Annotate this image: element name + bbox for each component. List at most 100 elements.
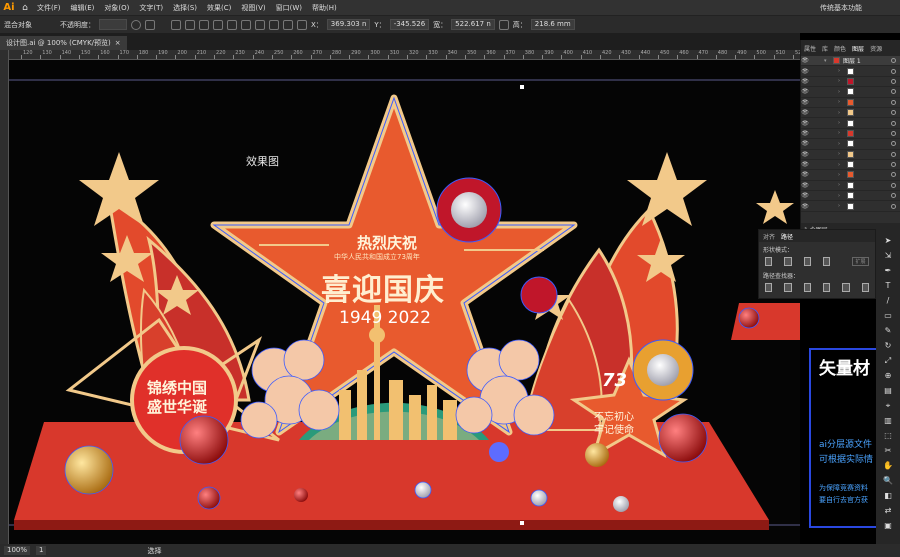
vertical-ruler[interactable]: [0, 50, 9, 544]
target-icon[interactable]: [891, 99, 896, 105]
chevron-right-icon[interactable]: ›: [838, 68, 844, 74]
target-icon[interactable]: [891, 162, 896, 168]
eye-icon[interactable]: 👁: [801, 203, 809, 210]
target-icon[interactable]: [891, 58, 896, 64]
target-icon[interactable]: [891, 78, 896, 84]
eye-icon[interactable]: 👁: [801, 151, 809, 158]
eye-icon[interactable]: 👁: [801, 88, 809, 95]
hand-tool-icon[interactable]: ✋: [882, 461, 894, 471]
fill-stroke-icon[interactable]: ◧: [882, 491, 894, 501]
tab-align[interactable]: 对齐: [763, 232, 775, 241]
distribute-icon[interactable]: [255, 19, 265, 30]
menu-object[interactable]: 对象(O): [99, 3, 134, 13]
sublayer-row[interactable]: 👁 ›: [801, 181, 900, 192]
layer-row-top[interactable]: 👁 ▾ 图层 1: [801, 56, 900, 67]
chevron-right-icon[interactable]: ›: [838, 78, 844, 84]
chevron-right-icon[interactable]: ›: [838, 99, 844, 105]
tab-assets[interactable]: 资源: [870, 44, 882, 53]
selection-tool-icon[interactable]: ➤: [882, 236, 894, 246]
sublayer-row[interactable]: 👁 ›: [801, 129, 900, 140]
eye-icon[interactable]: 👁: [801, 99, 809, 106]
eye-icon[interactable]: 👁: [801, 161, 809, 168]
expand-button[interactable]: 扩展: [852, 257, 869, 266]
minus-back-icon[interactable]: [861, 283, 869, 292]
align-bottom-icon[interactable]: [241, 19, 251, 30]
selection-handle-bottom[interactable]: [520, 521, 524, 525]
align-center-icon[interactable]: [185, 19, 195, 30]
chevron-right-icon[interactable]: ›: [838, 89, 844, 95]
close-icon[interactable]: ×: [115, 39, 121, 47]
chevron-right-icon[interactable]: ›: [838, 203, 844, 209]
target-icon[interactable]: [891, 141, 896, 147]
eye-icon[interactable]: 👁: [801, 130, 809, 137]
target-icon[interactable]: [891, 172, 896, 178]
minus-front-icon[interactable]: [784, 257, 792, 266]
sublayer-row[interactable]: 👁 ›: [801, 87, 900, 98]
eye-icon[interactable]: 👁: [801, 171, 809, 178]
menu-select[interactable]: 选择(S): [168, 3, 202, 13]
eye-icon[interactable]: 👁: [801, 140, 809, 147]
opacity-field[interactable]: [99, 19, 127, 30]
target-icon[interactable]: [891, 130, 896, 136]
eye-icon[interactable]: 👁: [801, 120, 809, 127]
w-field[interactable]: 522.617 n: [451, 19, 495, 30]
menu-view[interactable]: 视图(V): [236, 3, 270, 13]
divide-icon[interactable]: [765, 283, 773, 292]
canvas[interactable]: 效果图 热烈庆祝 中华人民共和国成立73周年 喜迎国庆 1949 2022 锦绣…: [9, 60, 800, 544]
y-field[interactable]: -345.526: [389, 19, 430, 30]
h-field[interactable]: 218.6 mm: [530, 19, 575, 30]
direct-selection-tool-icon[interactable]: ⇲: [882, 251, 894, 261]
chevron-right-icon[interactable]: ›: [838, 151, 844, 157]
target-icon[interactable]: [891, 151, 896, 157]
menu-window[interactable]: 窗口(W): [271, 3, 307, 13]
rectangle-tool-icon[interactable]: ▭: [882, 311, 894, 321]
merge-icon[interactable]: [803, 283, 811, 292]
tab-libraries[interactable]: 库: [822, 44, 828, 53]
chart-tool-icon[interactable]: ▥: [882, 416, 894, 426]
tab-layers[interactable]: 图层: [852, 44, 864, 53]
target-icon[interactable]: [891, 120, 896, 126]
link-icon[interactable]: [498, 19, 509, 30]
type-tool-icon[interactable]: T: [882, 281, 894, 291]
crop-icon[interactable]: [822, 283, 831, 292]
eye-icon[interactable]: 👁: [801, 68, 809, 75]
eye-icon[interactable]: 👁: [801, 192, 809, 199]
document-tab[interactable]: 设计图.ai @ 100% (CMYK/预览) ×: [0, 36, 127, 50]
distribute-h-icon[interactable]: [269, 19, 279, 30]
shape-builder-tool-icon[interactable]: ⊕: [882, 371, 894, 381]
target-icon[interactable]: [891, 203, 896, 209]
chevron-right-icon[interactable]: ›: [838, 130, 844, 136]
line-tool-icon[interactable]: /: [882, 296, 894, 306]
workspace-switcher[interactable]: 传统基本功能: [820, 3, 900, 13]
recolor-icon[interactable]: [131, 19, 141, 30]
target-icon[interactable]: [891, 68, 896, 74]
x-field[interactable]: 369.303 n: [326, 19, 371, 30]
target-icon[interactable]: [891, 110, 896, 116]
align-top-icon[interactable]: [213, 19, 223, 30]
eye-icon[interactable]: 👁: [801, 109, 809, 116]
align-middle-icon[interactable]: [227, 19, 237, 30]
pen-tool-icon[interactable]: ✒: [882, 266, 894, 276]
sublayer-row[interactable]: 👁 ›: [801, 66, 900, 77]
target-icon[interactable]: [891, 89, 896, 95]
align-left-icon[interactable]: [171, 19, 181, 30]
chevron-right-icon[interactable]: ›: [838, 110, 844, 116]
eye-icon[interactable]: 👁: [801, 57, 809, 64]
brush-tool-icon[interactable]: ✎: [882, 326, 894, 336]
style-icon[interactable]: [145, 19, 155, 30]
unite-icon[interactable]: [765, 257, 773, 266]
artboard-tool-icon[interactable]: ⬚: [882, 431, 894, 441]
reference-point-icon[interactable]: [297, 19, 307, 30]
intersect-icon[interactable]: [803, 257, 811, 266]
exclude-icon[interactable]: [822, 257, 830, 266]
chevron-right-icon[interactable]: ›: [838, 182, 844, 188]
tab-pathfinder[interactable]: 路径: [781, 232, 793, 241]
zoom-field[interactable]: 100%: [4, 546, 31, 555]
artboard-nav[interactable]: 1: [36, 546, 47, 555]
selection-handle-top[interactable]: [520, 85, 524, 89]
slice-tool-icon[interactable]: ✂: [882, 446, 894, 456]
chevron-right-icon[interactable]: ›: [838, 141, 844, 147]
menu-effect[interactable]: 效果(C): [202, 3, 236, 13]
sublayer-row[interactable]: 👁 ›: [801, 170, 900, 181]
sublayer-row[interactable]: 👁 ›: [801, 98, 900, 108]
